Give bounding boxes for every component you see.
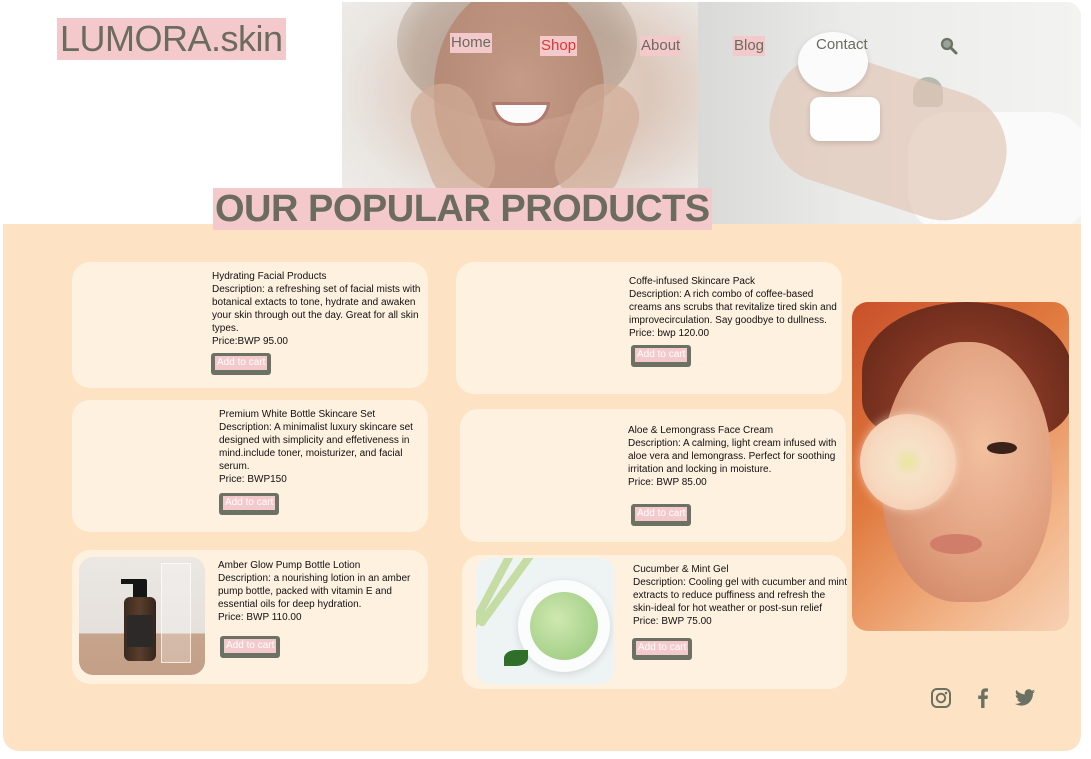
- product-name: Coffe-infused Skincare Pack: [629, 276, 755, 287]
- hero-jar: [810, 97, 880, 141]
- model-portrait-image: [852, 302, 1069, 631]
- portrait-lips: [930, 534, 982, 554]
- gel: [530, 592, 598, 660]
- product-description: Description: A minimalist luxury skincar…: [219, 422, 413, 472]
- product-description: Description: A calming, light cream infu…: [628, 438, 837, 475]
- portrait-flower: [860, 414, 956, 510]
- product-name: Hydrating Facial Products: [212, 271, 327, 282]
- product-info: Hydrating Facial Products Description: a…: [212, 270, 426, 348]
- product-image-cucumber-gel: [476, 558, 614, 684]
- product-price: Price: BWP 110.00: [218, 612, 302, 623]
- add-to-cart-label: Add to cart: [635, 348, 688, 362]
- product-price: Price: bwp 120.00: [629, 328, 710, 339]
- glass-panel: [161, 563, 191, 663]
- add-to-cart-label: Add to cart: [636, 641, 689, 655]
- product-info: Aloe & Lemongrass Face Cream Description…: [628, 424, 842, 489]
- brand-logo[interactable]: LUMORA.skin: [57, 18, 286, 60]
- product-name: Aloe & Lemongrass Face Cream: [628, 425, 774, 436]
- nav-blog[interactable]: Blog: [733, 36, 766, 56]
- facebook-icon[interactable]: [972, 687, 994, 709]
- product-info: Amber Glow Pump Bottle Lotion Descriptio…: [218, 559, 420, 624]
- section-title: OUR POPULAR PRODUCTS: [213, 188, 712, 230]
- product-description: Description: a nourishing lotion in an a…: [218, 573, 411, 610]
- nav-shop[interactable]: Shop: [540, 36, 578, 56]
- search-icon[interactable]: [940, 37, 958, 55]
- hero-arm: [753, 38, 1023, 226]
- product-name: Premium White Bottle Skincare Set: [219, 409, 376, 420]
- instagram-icon[interactable]: [930, 687, 952, 709]
- add-to-cart-label: Add to cart: [224, 639, 277, 653]
- product-info: Cucumber & Mint Gel Description: Cooling…: [633, 563, 847, 628]
- add-to-cart-button[interactable]: Add to cart: [631, 504, 692, 526]
- product-image-amber-bottle: [79, 557, 205, 675]
- product-price: Price: BWP150: [219, 474, 287, 485]
- add-to-cart-button[interactable]: Add to cart: [220, 636, 281, 658]
- add-to-cart-button[interactable]: Add to cart: [211, 353, 272, 375]
- product-name: Amber Glow Pump Bottle Lotion: [218, 560, 361, 571]
- product-description: Description: Cooling gel with cucumber a…: [633, 577, 847, 614]
- bottle-pump: [133, 579, 147, 599]
- nav-contact[interactable]: Contact: [815, 35, 869, 55]
- product-description: Description: a refreshing set of facial …: [212, 284, 421, 334]
- product-info: Coffe-infused Skincare Pack Description:…: [629, 275, 839, 340]
- add-to-cart-button[interactable]: Add to cart: [632, 638, 693, 660]
- product-info: Premium White Bottle Skincare Set Descri…: [219, 408, 421, 486]
- add-to-cart-button[interactable]: Add to cart: [631, 345, 692, 367]
- add-to-cart-label: Add to cart: [635, 507, 688, 521]
- nav-about[interactable]: About: [640, 36, 682, 56]
- product-price: Price: BWP 85.00: [628, 477, 707, 488]
- add-to-cart-label: Add to cart: [223, 496, 276, 510]
- add-to-cart-button[interactable]: Add to cart: [219, 493, 280, 515]
- portrait-eye: [987, 442, 1017, 454]
- product-price: Price:BWP 95.00: [212, 336, 288, 347]
- product-name: Cucumber & Mint Gel: [633, 564, 729, 575]
- twitter-icon[interactable]: [1014, 687, 1036, 709]
- product-description: Description: A rich combo of coffee-base…: [629, 289, 837, 326]
- nav-home[interactable]: Home: [450, 33, 493, 53]
- add-to-cart-label: Add to cart: [215, 356, 268, 370]
- product-price: Price: BWP 75.00: [633, 616, 712, 627]
- bottle-label: [127, 615, 153, 647]
- mint-leaf: [504, 650, 528, 666]
